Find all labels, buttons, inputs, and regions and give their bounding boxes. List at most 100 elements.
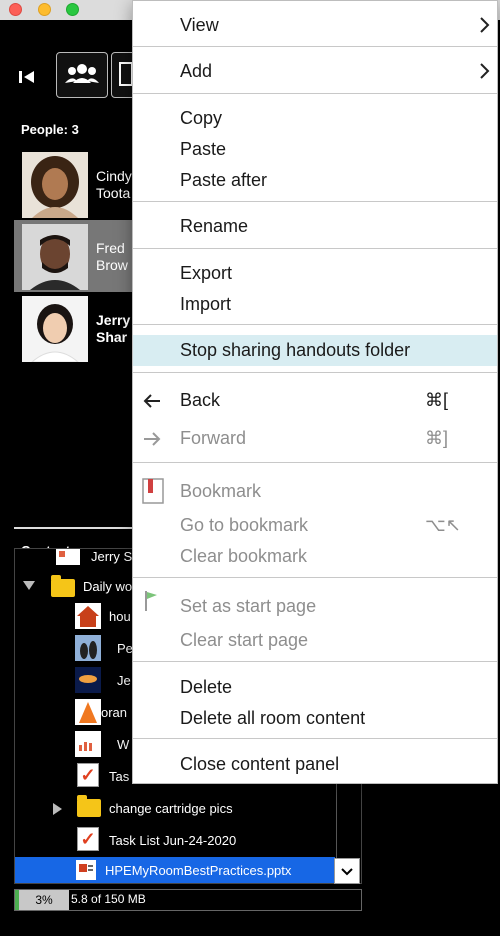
chevron-right-icon [480, 63, 490, 79]
menu-item-forward[interactable]: Forward ⌘] [133, 423, 497, 453]
document-thumbnail-icon [75, 731, 101, 757]
person-name-line1: Cindy [96, 168, 132, 184]
menu-item-paste-after[interactable]: Paste after [133, 165, 497, 195]
menu-separator [133, 372, 497, 373]
task-list-icon: ✓ [77, 763, 99, 787]
collapse-panel-icon[interactable] [16, 66, 38, 88]
menu-item-back[interactable]: Back ⌘[ [133, 385, 497, 415]
people-tab-button[interactable] [56, 52, 108, 98]
menu-item-export[interactable]: Export [133, 258, 497, 288]
tree-item-label: oran [101, 705, 128, 720]
menu-item-label: Paste after [180, 170, 268, 190]
context-menu: View Add Copy Paste Paste after Rename E… [132, 0, 498, 784]
person-item[interactable]: Cindy Toota [14, 148, 132, 220]
menu-item-delete[interactable]: Delete [133, 672, 497, 702]
avatar [22, 296, 88, 362]
menu-item-label: Delete all room content [180, 708, 366, 728]
avatar [22, 152, 88, 218]
menu-separator [133, 46, 497, 47]
menu-item-label: Stop sharing handouts folder [180, 340, 411, 360]
menu-item-label: Forward [180, 428, 247, 448]
person-name-line1: Fred [96, 240, 125, 256]
forward-arrow-icon [144, 432, 161, 446]
menu-item-label: Delete [180, 677, 233, 697]
menu-item-add[interactable]: Add [133, 56, 497, 86]
avatar [22, 224, 88, 290]
people-icon [65, 64, 99, 83]
house-thumbnail-icon [75, 603, 101, 629]
open-folder-icon [51, 575, 75, 597]
person-name-line2: Toota [96, 185, 131, 201]
menu-separator [133, 93, 497, 94]
menu-item-rename[interactable]: Rename [133, 211, 497, 241]
menu-item-label: Paste [180, 139, 227, 159]
menu-item-label: View [180, 15, 219, 35]
zoom-window-button[interactable] [66, 3, 79, 16]
menu-item-label: Close content panel [180, 754, 340, 774]
tree-item-label: HPEMyRoomBestPractices.pptx [105, 863, 292, 878]
tree-item-label: hou [109, 609, 131, 624]
menu-item-label: Go to bookmark [180, 515, 309, 535]
close-window-button[interactable] [9, 3, 22, 16]
menu-separator [133, 577, 497, 578]
menu-item-label: Set as start page [180, 596, 317, 616]
menu-item-label: Rename [180, 216, 249, 236]
menu-separator [133, 462, 497, 463]
menu-item-paste[interactable]: Paste [133, 134, 497, 164]
jellyfish-thumbnail-icon [75, 667, 101, 693]
penguins-thumbnail-icon [75, 635, 101, 661]
menu-separator [133, 661, 497, 662]
person-name-line1: Jerry [96, 312, 131, 328]
tree-item-label: Tas [109, 769, 130, 784]
menu-item-delete-all[interactable]: Delete all room content [133, 703, 497, 733]
task-list-icon: ✓ [77, 827, 99, 851]
person-name: Fred Brow [96, 240, 128, 274]
menu-separator [133, 201, 497, 202]
person-item-selected[interactable]: Fred Brow [14, 220, 132, 292]
person-item[interactable]: Jerry Shar [14, 292, 132, 364]
minimize-window-button[interactable] [38, 3, 51, 16]
tree-item-selected[interactable]: HPEMyRoomBestPractices.pptx [15, 857, 335, 883]
person-name-line2: Brow [96, 257, 128, 273]
menu-separator [133, 248, 497, 249]
menu-shortcut: ⌥↖ [425, 515, 461, 535]
menu-item-view[interactable]: View [133, 10, 497, 40]
storage-usage-text: 5.8 of 150 MB [71, 892, 146, 906]
menu-item-go-to-bookmark[interactable]: Go to bookmark ⌥↖ [133, 510, 497, 540]
bookmark-icon [142, 478, 164, 504]
chevron-right-icon [480, 17, 490, 33]
menu-item-label: Export [180, 263, 233, 283]
menu-item-label: Add [180, 61, 213, 81]
menu-item-stop-sharing[interactable]: Stop sharing handouts folder [133, 335, 497, 366]
people-count: People: 3 [21, 122, 79, 137]
expand-triangle-icon[interactable] [23, 581, 35, 590]
menu-item-set-start-page[interactable]: Set as start page [133, 591, 497, 621]
back-arrow-icon [143, 394, 160, 408]
menu-item-close-panel[interactable]: Close content panel [133, 749, 497, 779]
expand-triangle-icon[interactable] [53, 803, 62, 815]
menu-item-clear-bookmark[interactable]: Clear bookmark [133, 541, 497, 571]
menu-item-label: Copy [180, 108, 223, 128]
flag-icon [145, 591, 157, 611]
section-divider [14, 527, 132, 529]
menu-item-label: Clear start page [180, 630, 309, 650]
tree-scrollbar[interactable] [336, 778, 359, 858]
menu-item-label: Bookmark [180, 481, 262, 501]
menu-shortcut: ⌘] [425, 428, 449, 448]
item-dropdown-button[interactable] [334, 858, 360, 884]
menu-item-import[interactable]: Import [133, 289, 497, 319]
menu-item-clear-start-page[interactable]: Clear start page [133, 625, 497, 655]
tree-item-label: Task List Jun-24-2020 [109, 833, 237, 848]
orange-thumbnail-icon [75, 699, 101, 725]
menu-item-bookmark[interactable]: Bookmark [133, 476, 497, 506]
chevron-down-icon [341, 868, 353, 876]
folder-icon [77, 795, 101, 817]
storage-usage-bar: 3% 5.8 of 150 MB [14, 889, 362, 911]
tree-item-label: W [117, 737, 130, 752]
tree-item-label: Je [117, 673, 131, 688]
menu-item-label: Clear bookmark [180, 546, 308, 566]
menu-item-label: Import [180, 294, 232, 314]
tree-folder-item[interactable]: change cartridge pics [15, 793, 335, 823]
tree-item[interactable]: ✓ Task List Jun-24-2020 [15, 825, 335, 855]
menu-item-copy[interactable]: Copy [133, 103, 497, 133]
